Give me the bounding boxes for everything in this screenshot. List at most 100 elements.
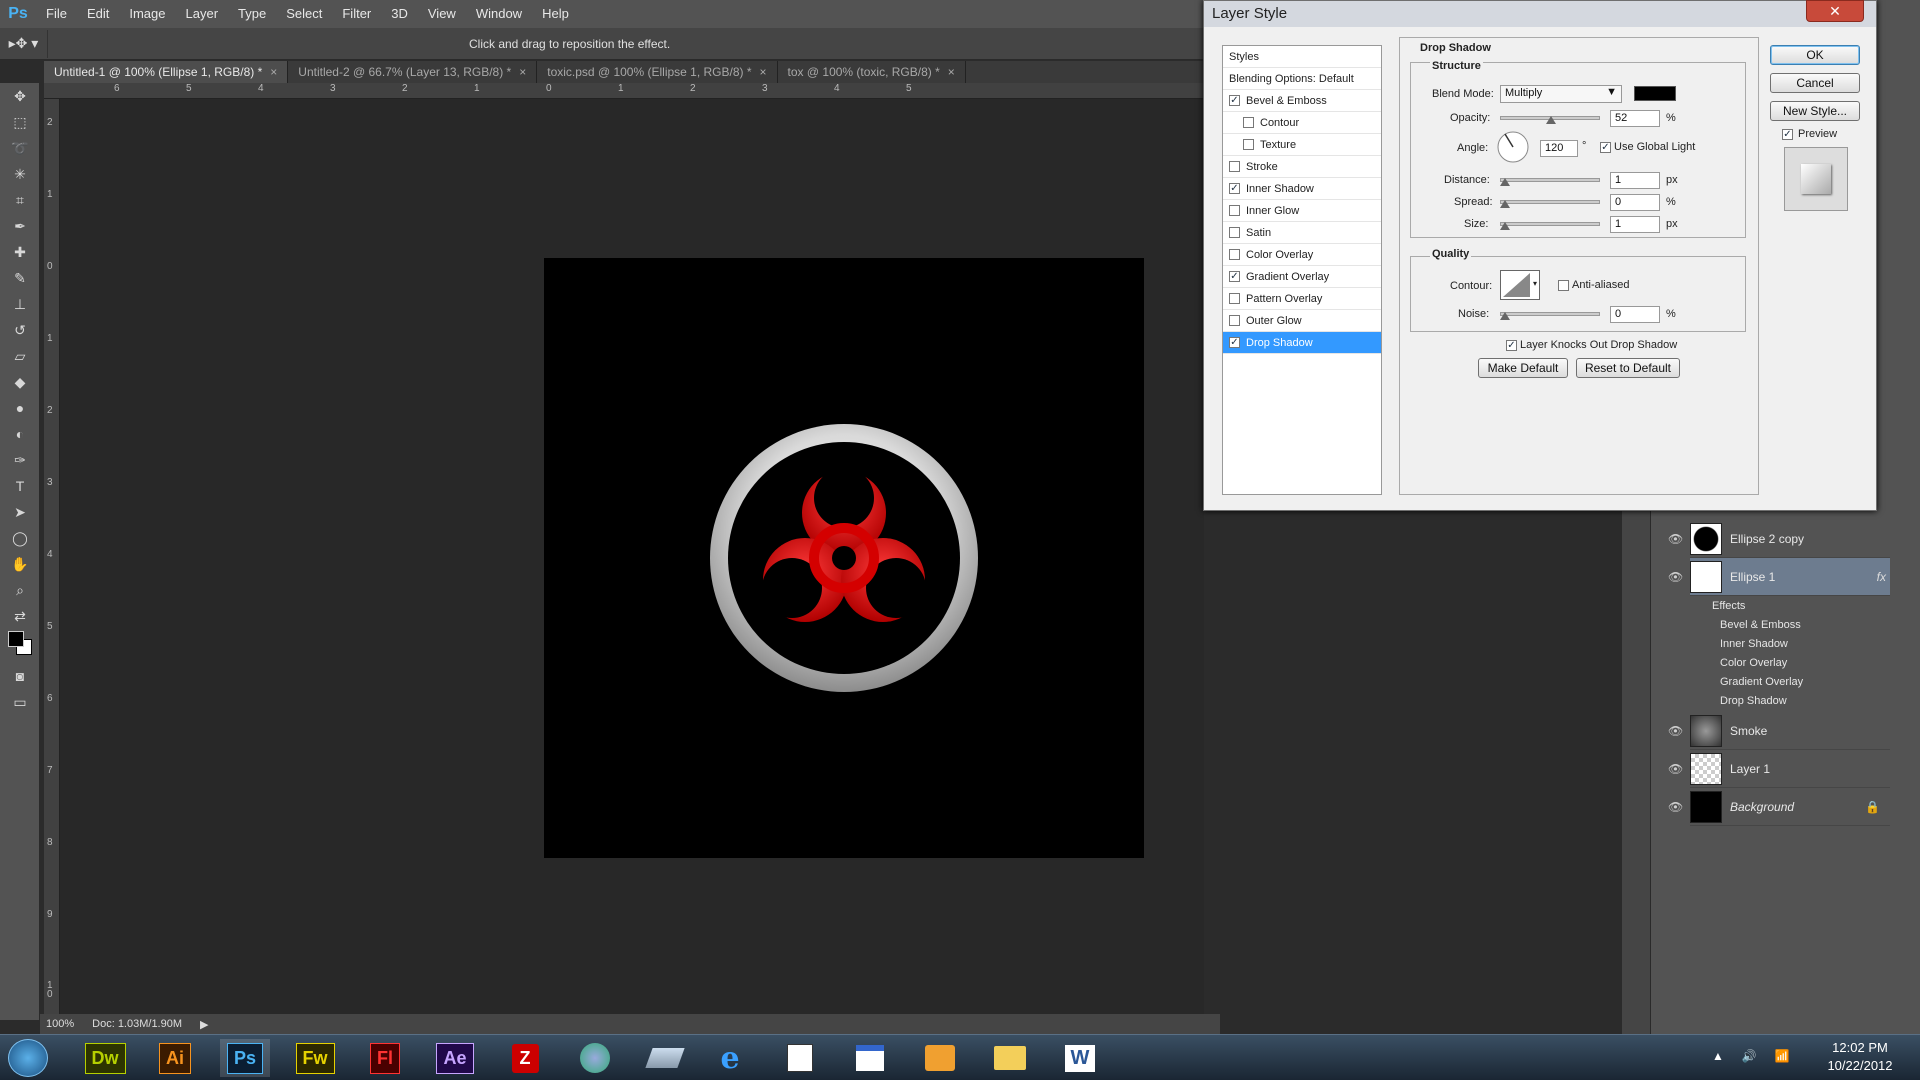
eraser-icon[interactable]: ▱: [0, 343, 40, 369]
style-color-overlay[interactable]: Color Overlay: [1223, 244, 1381, 266]
fx-icon[interactable]: fx: [1877, 570, 1886, 584]
new-style-button[interactable]: New Style...: [1770, 101, 1860, 121]
magic-wand-icon[interactable]: ✳: [0, 161, 40, 187]
menu-select[interactable]: Select: [276, 0, 332, 28]
lasso-tool-icon[interactable]: ➰: [0, 135, 40, 161]
distance-slider-knob[interactable]: [1500, 178, 1510, 186]
style-pattern-overlay[interactable]: Pattern Overlay: [1223, 288, 1381, 310]
zoom-tool-icon[interactable]: ⌕: [0, 577, 40, 603]
style-inner-shadow[interactable]: ✓ Inner Shadow: [1223, 178, 1381, 200]
history-brush-icon[interactable]: ↺: [0, 317, 40, 343]
eye-icon[interactable]: 👁: [1668, 800, 1683, 814]
brush-tool-icon[interactable]: ✎: [0, 265, 40, 291]
hand-tool-icon[interactable]: ✋: [0, 551, 40, 577]
style-drop-shadow[interactable]: ✓ Drop Shadow: [1223, 332, 1381, 354]
eraser-app-icon[interactable]: [640, 1039, 690, 1077]
pen-tool-icon[interactable]: ✑: [0, 447, 40, 473]
effect-inner-shadow[interactable]: Inner Shadow: [1720, 638, 1788, 650]
dodge-tool-icon[interactable]: ◐: [0, 421, 40, 447]
taskbar-app-flash[interactable]: Fl: [360, 1039, 410, 1077]
notepad-icon[interactable]: [775, 1039, 825, 1077]
make-default-button[interactable]: Make Default: [1478, 358, 1568, 378]
noise-input[interactable]: 0: [1610, 306, 1660, 323]
crop-tool-icon[interactable]: ⌗: [0, 187, 40, 213]
checkbox[interactable]: ✓: [1229, 95, 1240, 106]
checkbox[interactable]: [1243, 117, 1254, 128]
anti-aliased-checkbox[interactable]: [1558, 280, 1569, 291]
layer-row-background[interactable]: 👁 Background 🔒: [1668, 788, 1890, 826]
doc-tab-toxic[interactable]: toxic.psd @ 100% (Ellipse 1, RGB/8) * ×: [537, 61, 778, 83]
doc-size[interactable]: Doc: 1.03M/1.90M: [92, 1018, 182, 1030]
ok-button[interactable]: OK: [1770, 45, 1860, 65]
tray-arrow-icon[interactable]: ▲: [1712, 1049, 1724, 1063]
calendar-icon[interactable]: [845, 1039, 895, 1077]
style-contour[interactable]: Contour: [1223, 112, 1381, 134]
preview-checkbox[interactable]: ✓: [1782, 129, 1793, 140]
effect-color-overlay[interactable]: Color Overlay: [1720, 657, 1787, 669]
blend-mode-select[interactable]: Multiply ▼: [1500, 85, 1622, 103]
angle-dial[interactable]: [1496, 130, 1530, 164]
cancel-button[interactable]: Cancel: [1770, 73, 1860, 93]
clone-stamp-icon[interactable]: ⊥: [0, 291, 40, 317]
menu-type[interactable]: Type: [228, 0, 276, 28]
global-light-checkbox[interactable]: ✓: [1600, 142, 1611, 153]
quick-mask-icon[interactable]: ◙: [0, 663, 40, 689]
taskbar-app-after-effects[interactable]: Ae: [430, 1039, 480, 1077]
layer-row-ellipse-2-copy[interactable]: 👁 Ellipse 2 copy: [1668, 520, 1890, 558]
play-icon[interactable]: ▶: [200, 1018, 208, 1031]
checkbox[interactable]: [1229, 227, 1240, 238]
move-tool-icon[interactable]: ✥: [0, 83, 40, 109]
layer-row-ellipse-1[interactable]: 👁 Ellipse 1 fx: [1668, 558, 1890, 596]
checkbox[interactable]: [1229, 205, 1240, 216]
close-icon[interactable]: ×: [270, 61, 277, 83]
layer-row-smoke[interactable]: 👁 Smoke: [1668, 712, 1890, 750]
path-selection-icon[interactable]: ➤: [0, 499, 40, 525]
eyedropper-icon[interactable]: ✒: [0, 213, 40, 239]
outlook-icon[interactable]: [915, 1039, 965, 1077]
menu-help[interactable]: Help: [532, 0, 579, 28]
blending-options[interactable]: Blending Options: Default: [1223, 68, 1381, 90]
styles-header[interactable]: Styles: [1223, 46, 1381, 68]
knockout-checkbox[interactable]: ✓: [1506, 340, 1517, 351]
checkbox[interactable]: ✓: [1229, 183, 1240, 194]
menu-image[interactable]: Image: [119, 0, 175, 28]
blur-tool-icon[interactable]: ●: [0, 395, 40, 421]
type-tool-icon[interactable]: T: [0, 473, 40, 499]
spread-input[interactable]: 0: [1610, 194, 1660, 211]
effect-drop-shadow[interactable]: Drop Shadow: [1720, 695, 1787, 707]
paint-bucket-icon[interactable]: ◆: [0, 369, 40, 395]
taskbar-app-fireworks[interactable]: Fw: [290, 1039, 340, 1077]
taskbar-app-photoshop[interactable]: Ps: [220, 1039, 270, 1077]
effect-gradient-overlay[interactable]: Gradient Overlay: [1720, 676, 1803, 688]
style-bevel-emboss[interactable]: ✓ Bevel & Emboss: [1223, 90, 1381, 112]
ellipse-tool-icon[interactable]: ◯: [0, 525, 40, 551]
eye-icon[interactable]: 👁: [1668, 532, 1683, 546]
start-button[interactable]: [8, 1039, 48, 1077]
style-outer-glow[interactable]: Outer Glow: [1223, 310, 1381, 332]
doc-tab-tox[interactable]: tox @ 100% (toxic, RGB/8) * ×: [778, 61, 966, 83]
dialog-title[interactable]: Layer Style: [1204, 1, 1876, 27]
style-texture[interactable]: Texture: [1223, 134, 1381, 156]
marquee-tool-icon[interactable]: ⬚: [0, 109, 40, 135]
folder-icon[interactable]: [985, 1039, 1035, 1077]
move-tool-preset-icon[interactable]: ▸✥ ▾: [0, 29, 48, 58]
size-slider-knob[interactable]: [1500, 222, 1510, 230]
angle-input[interactable]: 120: [1540, 140, 1578, 157]
style-gradient-overlay[interactable]: ✓ Gradient Overlay: [1223, 266, 1381, 288]
close-icon[interactable]: ×: [948, 61, 955, 83]
reset-default-button[interactable]: Reset to Default: [1576, 358, 1680, 378]
noise-slider[interactable]: [1500, 312, 1600, 316]
checkbox[interactable]: [1229, 293, 1240, 304]
healing-brush-icon[interactable]: ✚: [0, 239, 40, 265]
menu-filter[interactable]: Filter: [332, 0, 381, 28]
word-icon[interactable]: W: [1055, 1039, 1105, 1077]
style-satin[interactable]: Satin: [1223, 222, 1381, 244]
layer-row-layer-1[interactable]: 👁 Layer 1: [1668, 750, 1890, 788]
checkbox[interactable]: [1229, 249, 1240, 260]
screen-mode-icon[interactable]: ▭: [0, 689, 40, 715]
contour-picker[interactable]: ▾: [1500, 270, 1540, 300]
eye-icon[interactable]: 👁: [1668, 762, 1683, 776]
menu-3d[interactable]: 3D: [381, 0, 418, 28]
doc-tab-untitled-2[interactable]: Untitled-2 @ 66.7% (Layer 13, RGB/8) * ×: [288, 61, 538, 83]
checkbox[interactable]: ✓: [1229, 271, 1240, 282]
